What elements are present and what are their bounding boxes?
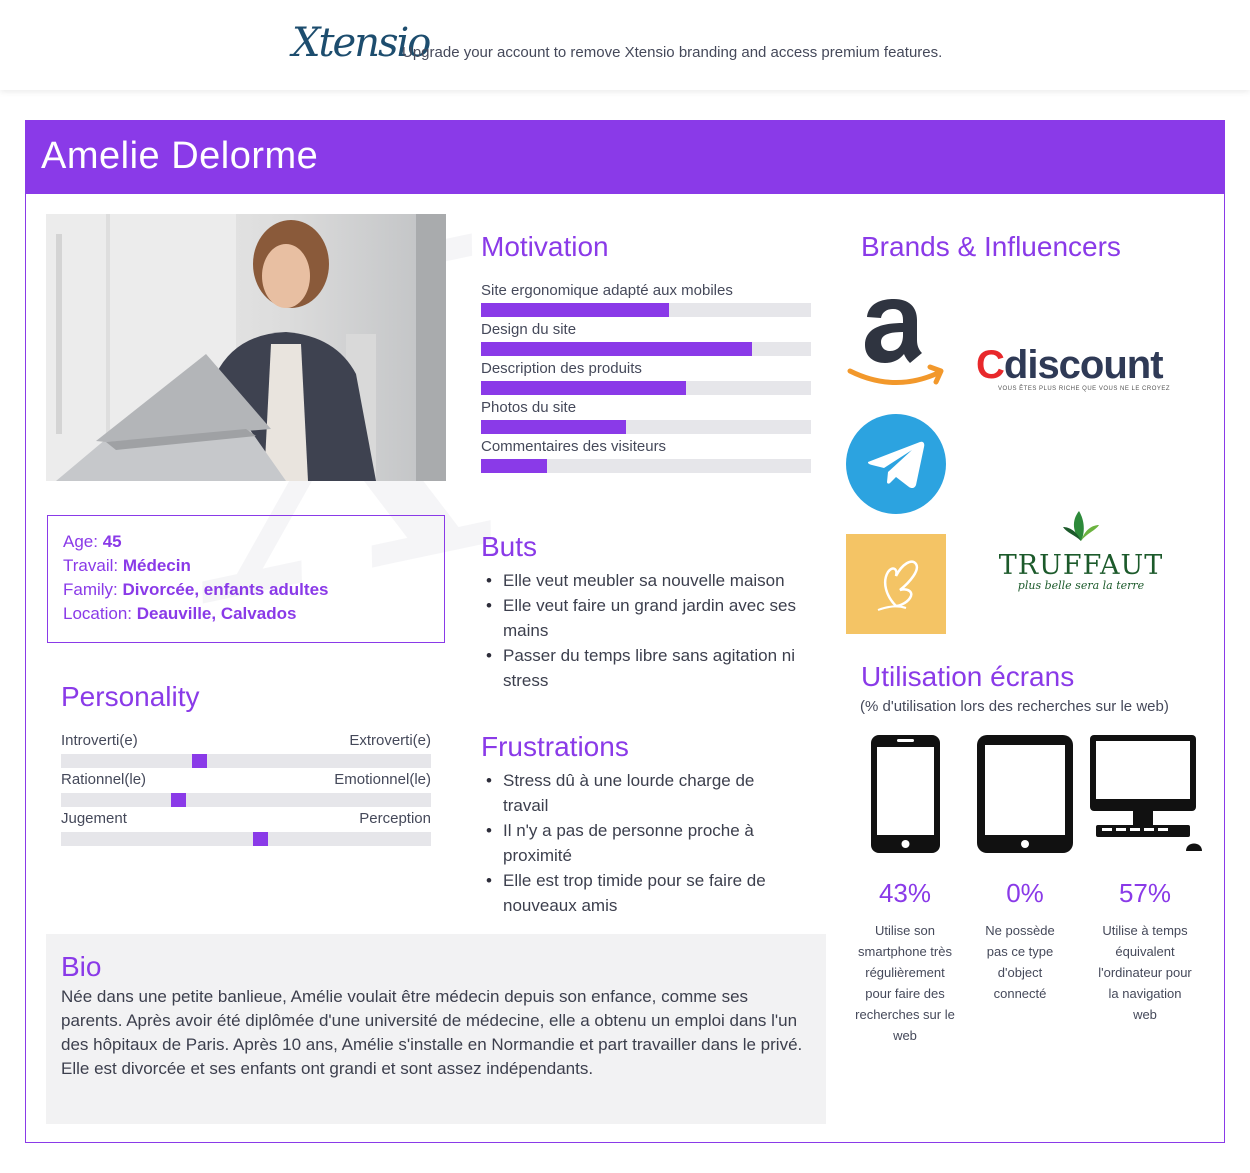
- persona-card: X Amelie Delorme: [25, 120, 1225, 1143]
- truffaut-leaf-icon: [1063, 511, 1099, 541]
- motivation-list: Site ergonomique adapté aux mobiles Desi…: [481, 281, 811, 476]
- motivation-bar: [481, 342, 752, 356]
- info-row-family: Family: Divorcée, enfants adultes: [63, 580, 329, 599]
- persona-info-box: Age: 45 Travail: Médecin Family: Divorcé…: [47, 515, 445, 643]
- frustration-item: Il n'y a pas de personne proche à proxim…: [481, 818, 791, 868]
- info-row-age: Age: 45: [63, 532, 122, 551]
- motivation-track: [481, 420, 811, 434]
- motivation-label: Design du site: [481, 321, 577, 338]
- smartphone-percent: 43%: [878, 878, 932, 908]
- motivation-bar: [481, 303, 670, 317]
- frustration-item: Elle est trop timide pour se faire de no…: [481, 868, 791, 918]
- motivation-label: Photos du site: [481, 399, 577, 416]
- telegram-logo: [846, 414, 946, 519]
- tablet-percent: 0%: [1006, 878, 1044, 908]
- tablet-description: Ne possède pas ce type d'object connecté: [985, 923, 1055, 1001]
- scale-right-label: Perception: [359, 810, 431, 827]
- motivation-item: Photos du site: [481, 398, 811, 437]
- scale-left-label: Rationnel(le): [61, 771, 147, 788]
- scale-left-label: Jugement: [61, 810, 127, 827]
- goals-title: Buts: [481, 531, 538, 562]
- bio-text: Née dans une petite banlieue, Amélie vou…: [61, 987, 803, 1078]
- desktop-percent: 57%: [1118, 878, 1172, 908]
- desktop-description: Utilise à temps équivalent l'ordinateur …: [1098, 923, 1192, 1022]
- scale-track: [61, 754, 431, 768]
- frustration-item: Stress dû à une lourde charge de travail: [481, 768, 791, 818]
- scale-left-label: Introverti(e): [61, 732, 138, 749]
- scale-track: [61, 793, 431, 807]
- smartphone-description: Utilise son smartphone très régulièremen…: [855, 923, 955, 1043]
- scale-right-label: Extroverti(e): [349, 732, 431, 749]
- amazon-logo: [846, 293, 946, 398]
- truffaut-logo: TRUFFAUT plus belle sera la terre: [996, 509, 1166, 592]
- bio-section: Bio Née dans une petite banlieue, Amélie…: [46, 934, 826, 1124]
- scale-marker: [171, 793, 186, 807]
- truffaut-wordmark: TRUFFAUT: [998, 550, 1164, 581]
- desktop-computer-icon: [1088, 733, 1202, 860]
- motivation-item: Commentaires des visiteurs: [481, 437, 811, 476]
- motivation-item: Site ergonomique adapté aux mobiles: [481, 281, 811, 320]
- personality-scale: Introverti(e) Extroverti(e): [61, 732, 431, 768]
- goal-item: Passer du temps libre sans agitation ni …: [481, 643, 821, 693]
- persona-header: Amelie Delorme: [26, 121, 1224, 194]
- motivation-track: [481, 381, 811, 395]
- motivation-bar: [481, 420, 627, 434]
- motivation-track: [481, 459, 811, 473]
- personality-scale: Rationnel(le) Emotionnel(le): [61, 771, 431, 807]
- motivation-bar: [481, 459, 547, 473]
- frustrations-title: Frustrations: [481, 731, 629, 762]
- smartphone-icon: [869, 733, 942, 860]
- motivation-title: Motivation: [481, 231, 609, 262]
- personality-title: Personality: [61, 681, 200, 712]
- motivation-track: [481, 303, 811, 317]
- tablet-icon: [975, 733, 1075, 860]
- motivation-label: Commentaires des visiteurs: [481, 438, 667, 455]
- frustrations-list: Stress dû à une lourde charge de travail…: [481, 768, 791, 918]
- upgrade-banner: Xtensio Upgrade your account to remove X…: [0, 0, 1250, 90]
- upgrade-message[interactable]: Upgrade your account to remove Xtensio b…: [402, 44, 942, 61]
- scale-track: [61, 832, 431, 846]
- motivation-label: Site ergonomique adapté aux mobiles: [481, 282, 733, 299]
- goals-list: Elle veut meubler sa nouvelle maison Ell…: [481, 568, 821, 693]
- persona-photo: [46, 214, 446, 481]
- scale-marker: [253, 832, 268, 846]
- motivation-bar: [481, 381, 686, 395]
- personality-scale: Jugement Perception: [61, 810, 431, 846]
- motivation-track: [481, 342, 811, 356]
- scale-right-label: Emotionnel(le): [334, 771, 431, 788]
- cdiscount-wordmark: Cdiscount: [976, 343, 1164, 387]
- goal-item: Elle veut meubler sa nouvelle maison: [481, 568, 821, 593]
- cdiscount-logo: Cdiscount VOUS ÊTES PLUS RICHE QUE VOUS …: [976, 343, 1176, 392]
- motivation-item: Design du site: [481, 320, 811, 359]
- motivation-item: Description des produits: [481, 359, 811, 398]
- screens-title: Utilisation écrans: [861, 661, 1075, 692]
- butterfly-logo: [846, 534, 946, 639]
- persona-name: Amelie Delorme: [41, 135, 319, 177]
- info-row-location: Location: Deauville, Calvados: [63, 604, 297, 623]
- motivation-label: Description des produits: [481, 360, 642, 377]
- screens-subtitle: (% d'utilisation lors des recherches sur…: [860, 698, 1169, 715]
- info-row-job: Travail: Médecin: [63, 556, 191, 575]
- scale-marker: [192, 754, 207, 768]
- brands-title: Brands & Influencers: [861, 231, 1121, 262]
- truffaut-tagline: plus belle sera la terre: [1017, 579, 1145, 592]
- bio-title: Bio: [61, 951, 102, 982]
- goal-item: Elle veut faire un grand jardin avec ses…: [481, 593, 821, 643]
- cdiscount-tagline: VOUS ÊTES PLUS RICHE QUE VOUS NE LE CROY…: [998, 386, 1171, 392]
